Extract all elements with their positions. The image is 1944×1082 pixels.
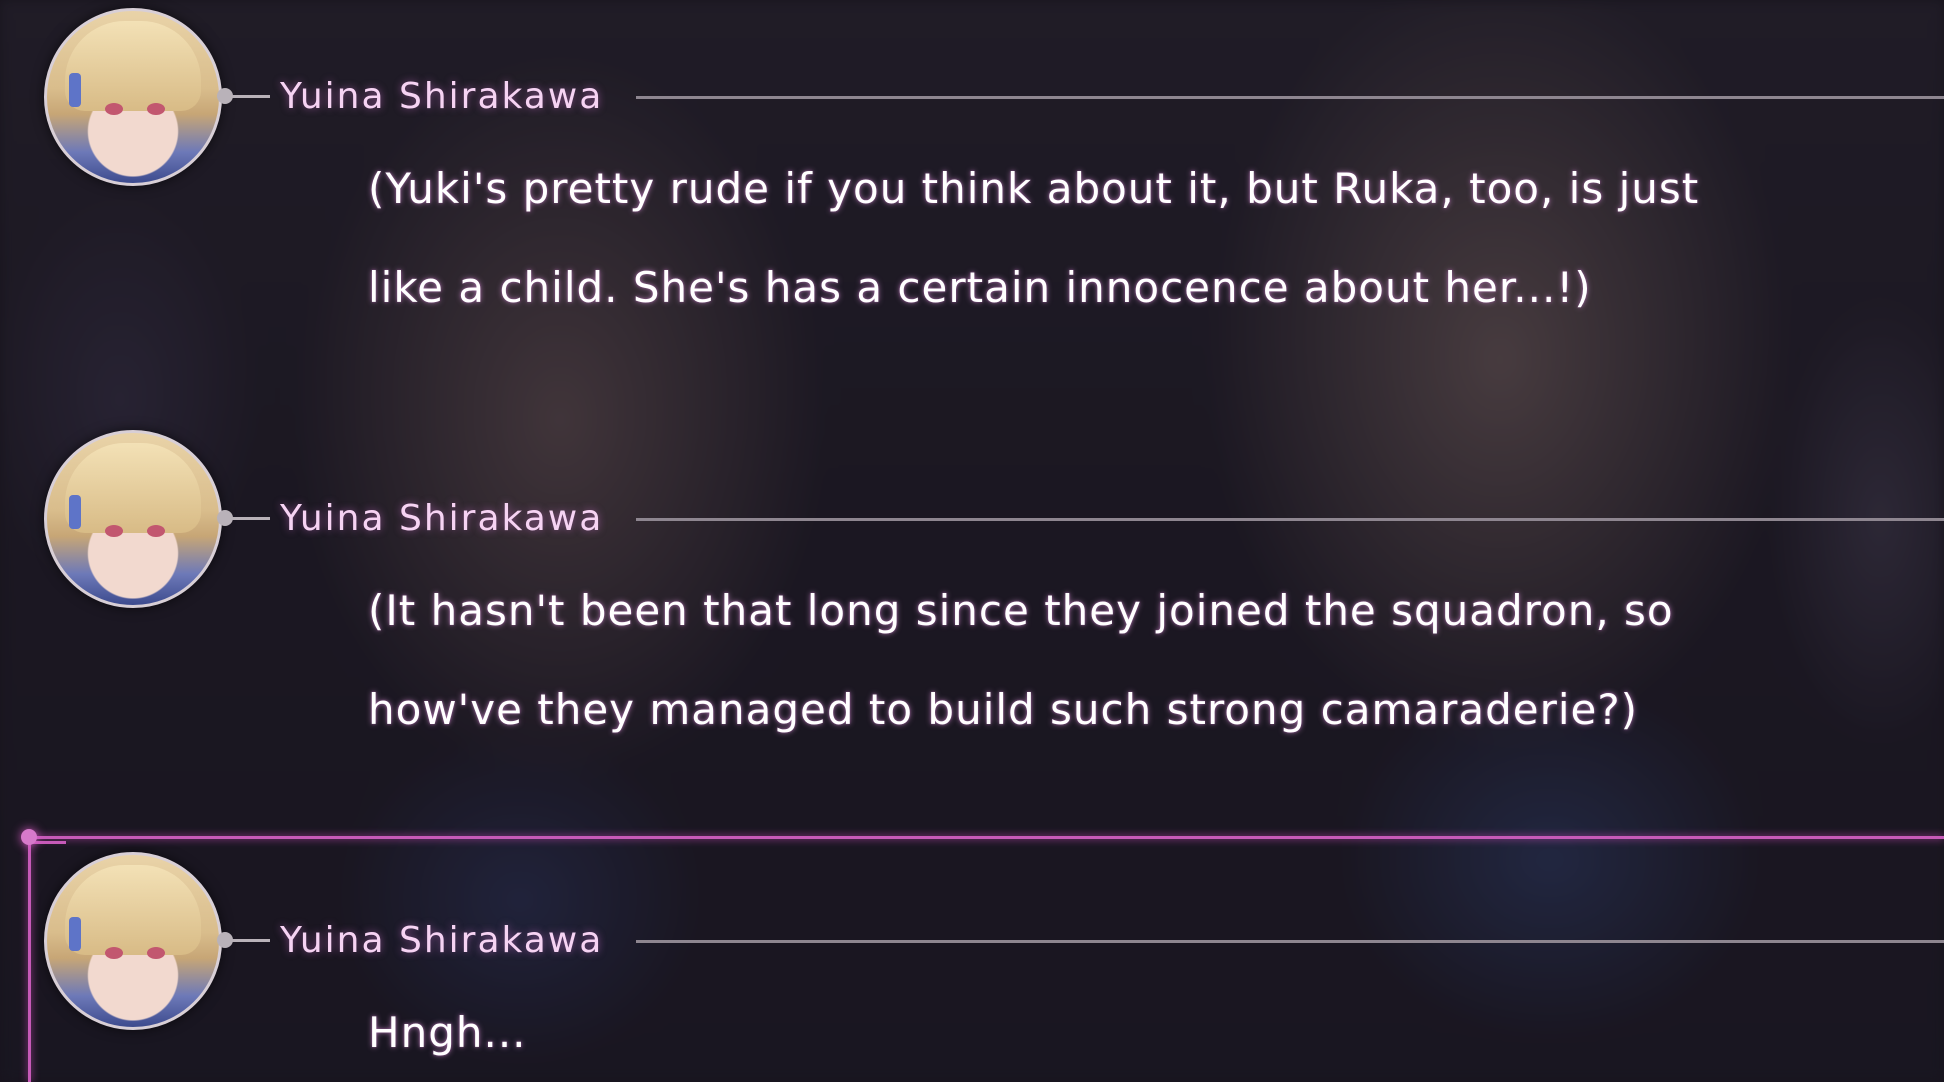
dialogue-line: Hngh... <box>368 1008 527 1057</box>
character-avatar-icon <box>44 852 222 1030</box>
dialogue-line: like a child. She's has a certain innoce… <box>368 263 1592 312</box>
dialogue-line: (Yuki's pretty rude if you think about i… <box>368 164 1700 213</box>
dialogue-line: (It hasn't been that long since they joi… <box>368 586 1674 635</box>
backlog-screen: Yuina Shirakawa (Yuki's pretty rude if y… <box>0 0 1944 1082</box>
divider-line <box>636 940 1944 943</box>
speaker-name: Yuina Shirakawa <box>280 76 604 117</box>
dialogue-line: how've they managed to build such strong… <box>368 685 1639 734</box>
character-avatar-icon <box>44 8 222 186</box>
current-entry-marker-line <box>28 836 1944 839</box>
log-entry[interactable]: Yuina Shirakawa (It hasn't been that lon… <box>0 422 1944 752</box>
log-entry-current[interactable]: Yuina Shirakawa Hngh... <box>0 844 1944 1082</box>
connector-line <box>230 517 270 520</box>
log-entry[interactable]: Yuina Shirakawa (Yuki's pretty rude if y… <box>0 0 1944 330</box>
divider-line <box>636 96 1944 99</box>
character-avatar-icon <box>44 430 222 608</box>
connector-line <box>230 95 270 98</box>
connector-line <box>230 939 270 942</box>
current-entry-marker-dot <box>21 829 37 845</box>
speaker-name: Yuina Shirakawa <box>280 498 604 539</box>
speaker-name: Yuina Shirakawa <box>280 920 604 961</box>
divider-line <box>636 518 1944 521</box>
